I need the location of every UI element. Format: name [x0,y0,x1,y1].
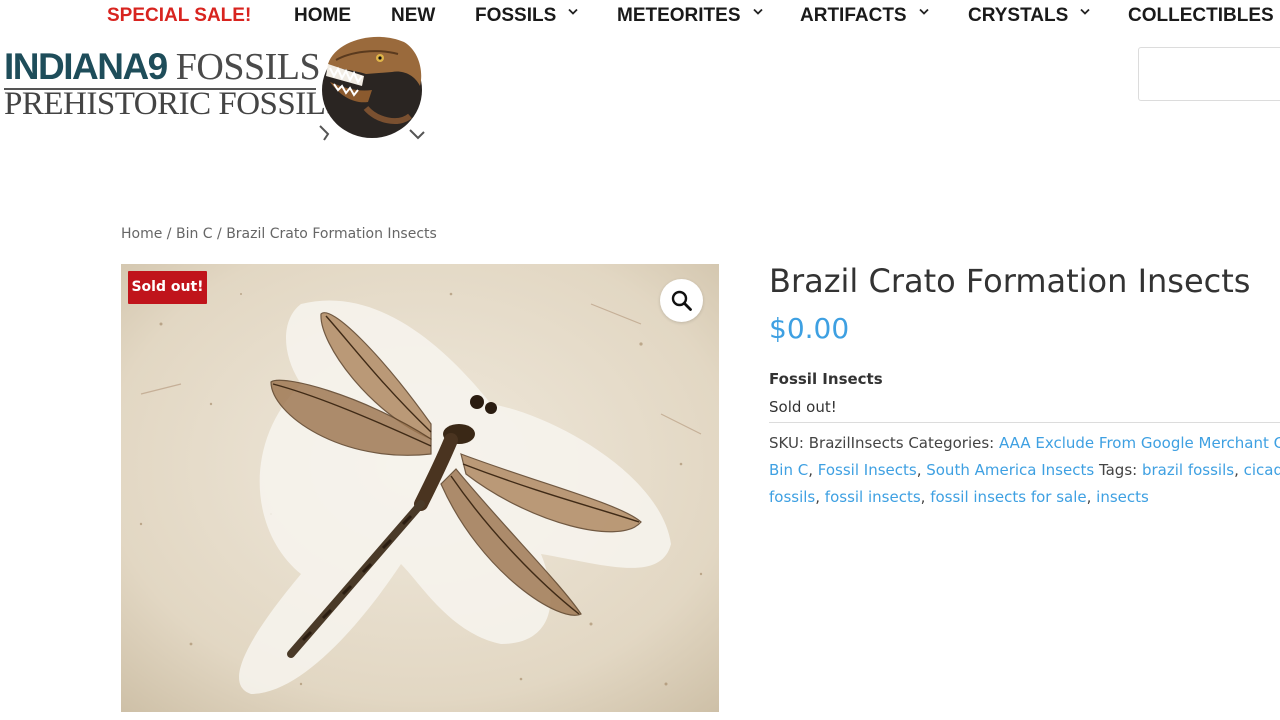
breadcrumb-separator: / [162,226,176,242]
search-input[interactable] [1138,47,1280,101]
nav-fossils-label: FOSSILS [475,5,557,26]
nav-meteorites[interactable]: METEORITES [617,5,763,27]
product-meta-line-2: Bin C, Fossil Insects, South America Ins… [769,457,1280,484]
nav-collectibles[interactable]: COLLECTIBLES [1128,5,1280,27]
nav-crystals[interactable]: CRYSTALS [968,5,1090,27]
magnifier-icon [671,290,692,311]
chevron-down-icon [918,8,929,17]
breadcrumb-bin-c[interactable]: Bin C [176,226,213,242]
comma: , [815,488,825,506]
site-logo[interactable]: INDIANA9 FOSSILS PREHISTORIC FOSSILS [0,30,430,142]
nav-home[interactable]: HOME [294,5,351,27]
top-navigation: SPECIAL SALE! HOME NEW FOSSILS METEORITE… [0,0,1280,34]
chevron-down-icon [1080,8,1090,17]
logo-line-1: INDIANA9 FOSSILS [4,45,321,89]
image-zoom-button[interactable] [660,279,703,322]
product-meta-line-1: SKU: BrazilInsects Categories: AAA Exclu… [769,430,1280,457]
breadcrumb-separator: / [212,226,227,242]
nav-new[interactable]: NEW [391,5,435,27]
tag-link[interactable]: brazil fossils [1142,461,1234,479]
breadcrumb-home[interactable]: Home [121,226,162,242]
sku-value: BrazilInsects [808,434,904,452]
nav-artifacts-label: ARTIFACTS [800,5,907,26]
product-price: $0.00 [769,312,850,345]
nav-collectibles-label: COLLECTIBLES [1128,5,1274,26]
comma: , [1086,488,1097,506]
tag-link[interactable]: fossil insects for sale [930,488,1086,506]
category-link[interactable]: South America Insects [926,461,1094,479]
comma: , [916,461,927,479]
breadcrumb-current: Brazil Crato Formation Insects [226,226,437,242]
category-link[interactable]: AAA Exclude From Google Merchant Center [999,434,1280,452]
logo-brand: INDIANA9 [4,46,168,87]
t-rex-head-icon [319,36,425,141]
tag-link[interactable]: fossils [769,488,815,506]
breadcrumb: Home / Bin C / Brazil Crato Formation In… [121,226,437,242]
nav-crystals-label: CRYSTALS [968,5,1069,26]
stock-status: Sold out! [769,398,837,416]
product-meta-line-3: fossils, fossil insects, fossil insects … [769,484,1280,511]
nav-artifacts[interactable]: ARTIFACTS [800,5,929,27]
product-meta: SKU: BrazilInsects Categories: AAA Exclu… [769,430,1280,511]
logo-line-2: PREHISTORIC FOSSILS [4,86,344,122]
divider [769,422,1280,423]
logo-line-1-rest: FOSSILS [166,46,321,88]
category-link[interactable]: Bin C [769,461,808,479]
sku-label: SKU: [769,434,809,452]
fossil-dragonfly-image [121,264,719,712]
tag-link[interactable]: cicada [1244,461,1280,479]
nav-meteorites-label: METEORITES [617,5,741,26]
tag-link[interactable]: fossil insects [825,488,921,506]
nav-fossils[interactable]: FOSSILS [475,5,578,27]
product-title: Brazil Crato Formation Insects [769,262,1251,300]
sold-out-badge: Sold out! [128,271,207,304]
comma: , [808,461,818,479]
category-link[interactable]: Fossil Insects [818,461,917,479]
chevron-down-icon [752,8,763,17]
nav-special-sale[interactable]: SPECIAL SALE! [107,5,251,27]
product-short-heading: Fossil Insects [769,370,883,388]
comma: , [1234,461,1244,479]
chevron-down-icon [568,8,578,17]
product-image[interactable] [121,264,719,712]
tags-label: Tags: [1094,461,1142,479]
categories-label: Categories: [903,434,999,452]
comma: , [920,488,931,506]
tag-link[interactable]: insects [1096,488,1149,506]
